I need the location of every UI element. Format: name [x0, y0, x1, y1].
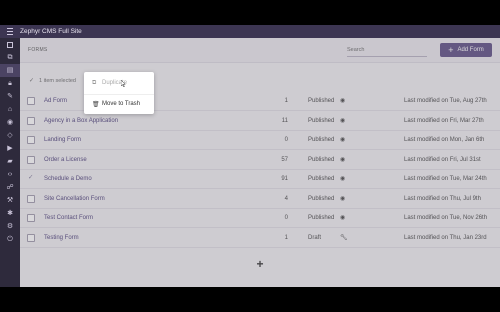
eye-icon: ◉: [340, 117, 346, 124]
last-modified: Last modified on Tue, Mar 24th: [404, 176, 487, 182]
eye-icon: ◉: [340, 176, 346, 182]
bug-icon[interactable]: ✱: [0, 207, 20, 220]
add-form-label: Add Form: [457, 47, 484, 53]
last-modified: Last modified on Thu, Jan 23rd: [404, 234, 487, 241]
page-header: FORMS + Add Form: [20, 38, 500, 63]
duplicate-menu-item[interactable]: ⧉ Duplicate: [84, 74, 154, 92]
content-icon[interactable]: ▤: [0, 64, 20, 77]
entry-count: 91: [281, 176, 288, 182]
diamond-icon[interactable]: ◇: [0, 129, 20, 142]
check-icon[interactable]: ✓: [29, 77, 34, 84]
form-name-link[interactable]: Site Cancellation Form: [44, 196, 105, 202]
form-name-link[interactable]: Testing Form: [44, 235, 79, 241]
form-name-link[interactable]: Schedule a Demo: [44, 176, 92, 182]
settings-icon[interactable]: ⚙: [0, 220, 20, 233]
row-checkbox[interactable]: [27, 155, 35, 164]
folder-icon[interactable]: ▰: [0, 155, 20, 168]
search-input[interactable]: [347, 44, 427, 57]
status-label: Published: [308, 195, 335, 202]
wrench-icon: 🔧︎: [340, 234, 348, 241]
row-checkbox[interactable]: [27, 214, 35, 222]
eye-icon: ◉: [340, 195, 346, 202]
window-titlebar: Zephyr CMS Full Site: [0, 25, 500, 38]
video-icon[interactable]: ▶: [0, 142, 20, 155]
entry-count: 0: [284, 215, 288, 221]
table-row[interactable]: Test Contact Form 0 Published ◉ Last modifie…: [20, 209, 500, 228]
copy-icon: ⧉: [92, 79, 97, 86]
form-name-link[interactable]: Test Contact Form: [44, 215, 93, 221]
page-title: FORMS: [28, 47, 48, 53]
status-label: Published: [308, 137, 335, 143]
status-label: Published: [308, 176, 335, 182]
power-icon[interactable]: ⏻: [0, 233, 20, 246]
table-row[interactable]: Agency in a Box Application 11 Published ◉ L…: [20, 112, 500, 131]
plus-icon: +: [448, 44, 454, 55]
move-to-trash-label: Move to Trash: [102, 101, 141, 107]
status-label: Published: [308, 117, 335, 124]
row-checkbox[interactable]: [27, 116, 35, 125]
dashboard-icon[interactable]: [0, 38, 20, 51]
eye-icon: ◉: [340, 215, 346, 221]
eye-icon: ◉: [340, 98, 346, 104]
table-row[interactable]: Testing Form 1 Draft 🔧︎ Last modified on Thu…: [20, 229, 500, 248]
themes-icon[interactable]: ⌂: [0, 103, 20, 116]
entry-count: 11: [281, 117, 288, 124]
selection-count: 1 item selected: [39, 78, 76, 84]
entry-count: 4: [284, 195, 288, 202]
entry-count: 1: [284, 98, 288, 104]
eye-icon[interactable]: ◉: [0, 116, 20, 129]
last-modified: Last modified on Tue, Aug 27th: [404, 98, 487, 104]
tools-icon[interactable]: ⚒: [0, 194, 20, 207]
entry-count: 0: [284, 137, 288, 143]
row-checkbox[interactable]: [27, 194, 35, 203]
form-name-link[interactable]: Landing Form: [44, 137, 81, 143]
lock-icon[interactable]: 🔒︎: [0, 77, 20, 90]
table-row[interactable]: Order a License 57 Published ◉ Last modified…: [20, 151, 500, 170]
entry-count: 1: [284, 234, 288, 241]
status-label: Published: [308, 98, 335, 104]
table-row[interactable]: Landing Form 0 Published ◉ Last modified on …: [20, 131, 500, 150]
table-row[interactable]: ✓ Schedule a Demo 91 Published ◉ Last modifie…: [20, 170, 500, 189]
trash-icon: 🗑︎: [92, 101, 100, 108]
status-label: Published: [308, 156, 335, 163]
sitemap-icon[interactable]: ☍: [0, 181, 20, 194]
last-modified: Last modified on Fri, Mar 27th: [404, 117, 484, 124]
eye-icon: ◉: [340, 156, 346, 163]
last-modified: Last modified on Fri, Jul 31st: [404, 156, 481, 163]
screen-letterbox-bottom: [0, 287, 500, 312]
context-menu: ⧉ Duplicate 🗑︎ Move to Trash: [84, 72, 154, 114]
status-label: Draft: [308, 234, 322, 241]
menu-icon[interactable]: [0, 25, 20, 38]
last-modified: Last modified on Thu, Jul 9th: [404, 195, 481, 202]
row-checkbox[interactable]: [27, 97, 35, 105]
add-form-button[interactable]: + Add Form: [440, 43, 492, 57]
entry-count: 57: [281, 156, 288, 163]
form-name-link[interactable]: Agency in a Box Application: [44, 118, 118, 124]
add-plus-button[interactable]: +: [254, 257, 266, 271]
code-icon[interactable]: ‹›: [0, 168, 20, 181]
pages-icon[interactable]: ⧉: [0, 51, 20, 64]
move-to-trash-menu-item[interactable]: 🗑︎ Move to Trash: [84, 94, 154, 113]
table-row[interactable]: Site Cancellation Form 4 Published ◉ Last mo…: [20, 190, 500, 209]
edit-icon[interactable]: ✎: [0, 90, 20, 103]
form-name-link[interactable]: Ad Form: [44, 98, 67, 104]
form-name-link[interactable]: Order a License: [44, 157, 87, 163]
row-checkbox[interactable]: [27, 136, 35, 144]
screen-letterbox-top: [0, 0, 500, 25]
row-checkbox-checked[interactable]: ✓: [28, 173, 33, 181]
last-modified: Last modified on Mon, Jan 6th: [404, 137, 485, 143]
status-label: Published: [308, 215, 335, 221]
window-title: Zephyr CMS Full Site: [20, 28, 82, 35]
mouse-cursor-icon: [121, 80, 126, 87]
row-checkbox[interactable]: [27, 233, 35, 242]
sidebar: ⧉ ▤ 🔒︎ ✎ ⌂ ◉ ◇ ▶ ▰ ‹› ☍ ⚒ ✱ ⚙ ⏻: [0, 38, 20, 287]
last-modified: Last modified on Tue, Nov 26th: [404, 215, 488, 221]
eye-icon: ◉: [340, 137, 346, 143]
